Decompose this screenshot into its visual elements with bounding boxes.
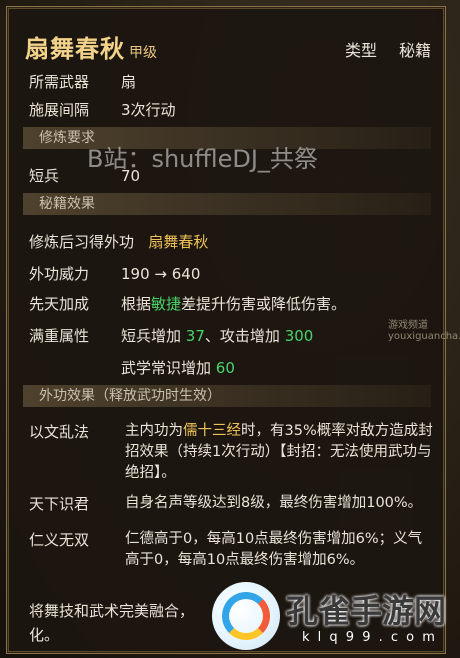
innate-pre: 根据: [121, 295, 152, 313]
practice-label: 短兵: [29, 167, 60, 185]
item-title: 扇舞春秋: [25, 35, 125, 63]
section-skill: 外功效果（释放武功时生效）: [23, 385, 431, 407]
skill2-text: 自身名声等级达到8级，最终伤害增加100%。: [125, 495, 423, 511]
interval-label: 施展间隔: [29, 101, 90, 119]
full-c: 武学常识增加: [121, 359, 212, 377]
weapon-label: 所需武器: [29, 73, 90, 91]
power-value: 190 → 640: [121, 265, 201, 283]
power-label: 外功威力: [29, 265, 90, 283]
skill3-text: 仁德高于0，每高10点最终伤害增加6%；义气高于0，每高10点最终伤害增加6%。: [125, 531, 423, 568]
logo-url: k l q 9 9 . c o m: [302, 630, 437, 645]
skill2-label: 天下识君: [29, 495, 90, 513]
side-watermark: 游戏频道 youxiguancha.com: [388, 320, 460, 342]
full-c-value: 60: [215, 359, 235, 377]
skill1-text-a: 主内功为: [125, 423, 183, 439]
innate-label: 先天加成: [29, 295, 90, 313]
power-row: 外功威力 190 → 640: [29, 263, 200, 284]
learn-label: 修炼后习得外功: [29, 233, 135, 251]
practice-value: 70: [121, 167, 141, 185]
weapon-value: 扇: [121, 73, 137, 91]
item-tooltip: 扇舞春秋 甲级 类型 秘籍 所需武器扇 施展间隔 3次行动 修炼要求 B站：shuf…: [6, 6, 446, 654]
site-logo: 孔雀手游网 k l q 9 9 . c o m: [210, 580, 460, 658]
full-a: 短兵增加: [121, 327, 182, 345]
full-label: 满重属性: [29, 327, 90, 345]
logo-name: 孔雀手游网: [286, 592, 447, 630]
full-b-value: 300: [284, 327, 314, 345]
item-grade: 甲级: [129, 45, 157, 61]
skill1-label: 以文乱法: [29, 423, 90, 441]
full-b: 、攻击增加: [204, 327, 280, 345]
interval-row: 施展间隔 3次行动: [29, 99, 176, 120]
skill3-label: 仁义无双: [29, 531, 90, 549]
full-a-value: 37: [185, 327, 205, 345]
type-value: 秘籍: [398, 41, 431, 60]
skill1-text: 主内功为儒十三经时，有35%概率对敌方造成封招效果（持续1次行动）【封招：无法使…: [125, 421, 435, 484]
weapon-row: 所需武器 扇: [29, 71, 136, 92]
footer-text: 将舞技和武术完美融合，化。: [29, 602, 195, 644]
full-row: 满重属性 短兵增加 37、攻击增加 300: [29, 325, 313, 346]
innate-stat: 敏捷: [151, 295, 182, 313]
practice-row: 短兵 70: [29, 165, 140, 186]
logo-ring-icon: [222, 592, 270, 640]
learn-row: 修炼后习得外功 扇舞春秋: [29, 231, 208, 252]
full-row-2: 武学常识增加 60: [121, 357, 235, 378]
section-effect: 秘籍效果: [23, 193, 431, 215]
type-label: 类型: [344, 41, 377, 60]
tooltip-header: 扇舞春秋 甲级: [25, 29, 157, 64]
innate-row: 先天加成 根据敏捷差提升伤害或降低伤害。: [29, 293, 346, 314]
interval-value: 3次行动: [121, 101, 176, 119]
learn-value: 扇舞春秋: [148, 233, 209, 251]
innate-post: 差提升伤害或降低伤害。: [181, 295, 347, 313]
skill1-highlight: 儒十三经: [183, 423, 241, 439]
